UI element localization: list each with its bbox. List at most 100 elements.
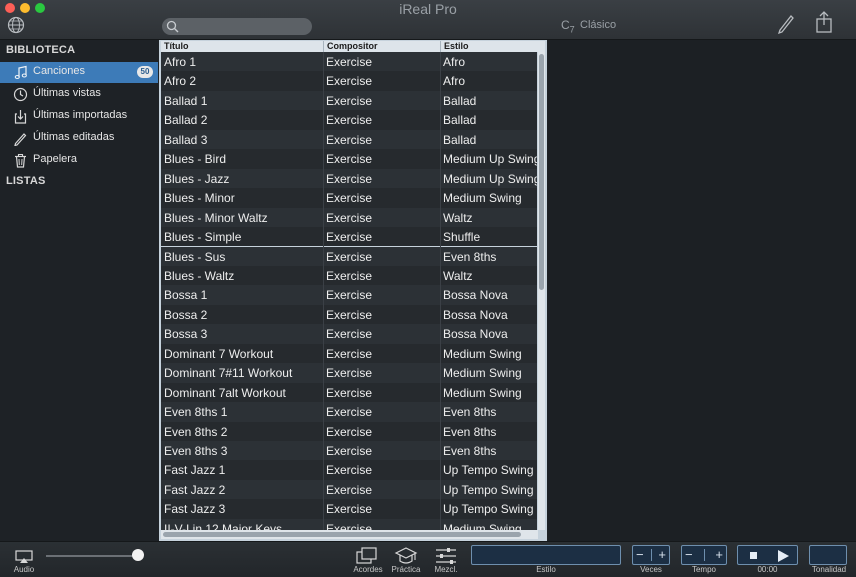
song-title-cell: Even 8ths 2 bbox=[164, 424, 228, 439]
table-row[interactable]: Blues - Jazz Exercise Medium Up Swing bbox=[161, 168, 537, 189]
composer-cell: Exercise bbox=[326, 327, 373, 342]
airplay-icon[interactable] bbox=[15, 550, 33, 564]
composer-cell: Exercise bbox=[326, 385, 373, 400]
practice-cap-icon[interactable] bbox=[394, 546, 418, 566]
volume-slider-knob[interactable] bbox=[132, 549, 145, 561]
column-header-compositor[interactable]: Compositor bbox=[323, 41, 440, 52]
composer-cell: Exercise bbox=[326, 366, 373, 381]
composer-cell: Exercise bbox=[326, 482, 373, 497]
vertical-scrollbar[interactable] bbox=[538, 52, 545, 530]
table-row[interactable]: Bossa 2 Exercise Bossa Nova bbox=[161, 304, 537, 325]
table-row[interactable]: Dominant 7alt Workout Exercise Medium Swin… bbox=[161, 382, 537, 403]
chord-symbol-quality: 7 bbox=[569, 24, 575, 35]
sidebar-item-papelera[interactable]: Papelera bbox=[0, 150, 158, 171]
composer-cell: Exercise bbox=[326, 502, 373, 517]
sidebar-item-ultimas-vistas[interactable]: Últimas vistas bbox=[0, 84, 158, 105]
table-row[interactable]: Even 8ths 1 Exercise Even 8ths bbox=[161, 402, 537, 422]
sidebar: BIBLIOTECA Canciones 50 Últimas vistas Ú… bbox=[0, 40, 158, 577]
song-title-cell: II-V-I in 12 Major Keys bbox=[164, 521, 283, 530]
vertical-scroll-thumb[interactable] bbox=[539, 54, 544, 290]
style-cell: Medium Swing bbox=[443, 346, 522, 361]
style-cell: Medium Swing bbox=[443, 366, 522, 381]
style-cell: Medium Swing bbox=[443, 191, 522, 206]
table-row[interactable]: Even 8ths 3 Exercise Even 8ths bbox=[161, 441, 537, 461]
repeats-increment-button[interactable]: + bbox=[658, 547, 666, 563]
stop-button[interactable] bbox=[750, 552, 757, 559]
chord-symbol-button[interactable]: C7 bbox=[561, 18, 575, 34]
style-cell: Waltz bbox=[443, 210, 473, 225]
column-header-titulo[interactable]: Título bbox=[161, 41, 323, 52]
song-table: Título Compositor Estilo Afro 1 Exercise A… bbox=[159, 40, 547, 541]
key-selector[interactable] bbox=[809, 545, 847, 565]
song-title-cell: Ballad 2 bbox=[164, 113, 208, 128]
song-title-cell: Blues - Minor bbox=[164, 191, 235, 206]
repeats-stepper[interactable]: − + bbox=[632, 545, 670, 565]
composer-cell: Exercise bbox=[326, 132, 373, 147]
composer-cell: Exercise bbox=[326, 249, 373, 264]
style-cell: Up Tempo Swing bbox=[443, 463, 534, 478]
song-count-badge: 50 bbox=[137, 66, 153, 78]
composer-cell: Exercise bbox=[326, 210, 373, 225]
play-button[interactable] bbox=[778, 550, 789, 562]
veces-label: Veces bbox=[640, 565, 662, 574]
table-row[interactable]: Afro 2 Exercise Afro bbox=[161, 71, 537, 91]
style-cell: Bossa Nova bbox=[443, 288, 508, 303]
horizontal-scrollbar[interactable] bbox=[161, 530, 538, 539]
tempo-stepper[interactable]: − + bbox=[681, 545, 727, 565]
composer-cell: Exercise bbox=[326, 521, 373, 530]
table-row[interactable]: Fast Jazz 3 Exercise Up Tempo Swing bbox=[161, 499, 537, 519]
search-input[interactable] bbox=[162, 18, 312, 35]
sidebar-item-label: Papelera bbox=[33, 153, 78, 165]
table-row[interactable]: Bossa 3 Exercise Bossa Nova bbox=[161, 324, 537, 344]
table-row[interactable]: Blues - Simple Exercise Shuffle bbox=[161, 227, 537, 247]
column-divider bbox=[323, 52, 324, 530]
table-row[interactable]: Ballad 3 Exercise Ballad bbox=[161, 129, 537, 150]
column-header-estilo[interactable]: Estilo bbox=[440, 41, 545, 52]
table-row[interactable]: Afro 1 Exercise Afro bbox=[161, 52, 537, 72]
song-title-cell: Fast Jazz 1 bbox=[164, 463, 226, 478]
table-row[interactable]: Fast Jazz 2 Exercise Up Tempo Swing bbox=[161, 479, 537, 500]
volume-slider[interactable] bbox=[46, 555, 143, 557]
table-row[interactable]: Blues - Waltz Exercise Waltz bbox=[161, 265, 537, 286]
stepper-divider bbox=[704, 549, 705, 561]
song-title-cell: Blues - Sus bbox=[164, 249, 226, 264]
table-row[interactable]: Dominant 7#11 Workout Exercise Medium Swin… bbox=[161, 363, 537, 383]
sidebar-item-canciones[interactable]: Canciones 50 bbox=[0, 62, 158, 83]
table-row[interactable]: Blues - Sus Exercise Even 8ths bbox=[161, 246, 537, 266]
composer-cell: Exercise bbox=[326, 463, 373, 478]
table-row[interactable]: Ballad 2 Exercise Ballad bbox=[161, 110, 537, 130]
style-cell: Medium Up Swing bbox=[443, 152, 537, 167]
mixer-sliders-icon[interactable] bbox=[434, 546, 458, 566]
import-icon bbox=[14, 110, 27, 124]
tempo-increment-button[interactable]: + bbox=[715, 547, 723, 563]
sidebar-item-ultimas-editadas[interactable]: Últimas editadas bbox=[0, 128, 158, 149]
chord-style-label[interactable]: Clásico bbox=[580, 19, 616, 31]
edit-pencil-icon[interactable] bbox=[776, 12, 796, 34]
globe-icon[interactable] bbox=[7, 16, 25, 34]
share-icon[interactable] bbox=[815, 10, 833, 34]
style-selector[interactable] bbox=[471, 545, 621, 565]
table-row[interactable]: Blues - Minor Waltz Exercise Waltz bbox=[161, 207, 537, 228]
repeats-decrement-button[interactable]: − bbox=[636, 547, 644, 563]
table-row[interactable]: Bossa 1 Exercise Bossa Nova bbox=[161, 285, 537, 305]
style-cell: Afro bbox=[443, 74, 466, 89]
table-row[interactable]: Blues - Minor Exercise Medium Swing bbox=[161, 188, 537, 208]
horizontal-scroll-thumb[interactable] bbox=[163, 532, 521, 537]
tempo-decrement-button[interactable]: − bbox=[685, 547, 693, 563]
song-title-cell: Fast Jazz 2 bbox=[164, 482, 226, 497]
table-row[interactable]: Fast Jazz 1 Exercise Up Tempo Swing bbox=[161, 460, 537, 480]
composer-cell: Exercise bbox=[326, 288, 373, 303]
song-title-cell: Even 8ths 1 bbox=[164, 405, 228, 420]
song-title-cell: Blues - Waltz bbox=[164, 268, 235, 283]
table-row[interactable]: Ballad 1 Exercise Ballad bbox=[161, 90, 537, 111]
table-row[interactable]: Dominant 7 Workout Exercise Medium Swing bbox=[161, 343, 537, 364]
sidebar-item-ultimas-importadas[interactable]: Últimas importadas bbox=[0, 106, 158, 127]
song-title-cell: Blues - Jazz bbox=[164, 171, 230, 186]
composer-cell: Exercise bbox=[326, 405, 373, 420]
transport-controls bbox=[737, 545, 798, 565]
composer-cell: Exercise bbox=[326, 268, 373, 283]
table-row[interactable]: Blues - Bird Exercise Medium Up Swing bbox=[161, 149, 537, 169]
chords-view-icon[interactable] bbox=[355, 546, 379, 566]
table-row[interactable]: Even 8ths 2 Exercise Even 8ths bbox=[161, 421, 537, 441]
table-row[interactable]: II-V-I in 12 Major Keys Exercise Medium Sw… bbox=[161, 518, 537, 530]
